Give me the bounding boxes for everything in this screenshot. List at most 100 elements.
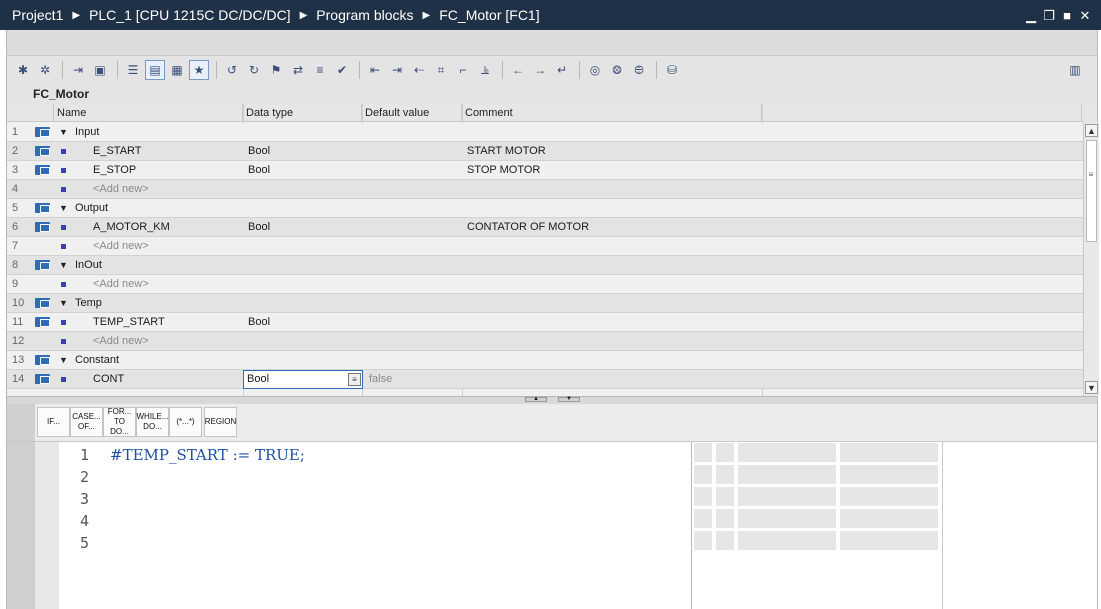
default-value-cell[interactable] <box>365 161 465 180</box>
table-row[interactable]: 6 A_MOTOR_KM Bool CONTATOR OF MOTOR <box>7 218 1083 237</box>
default-value-cell[interactable] <box>365 142 465 161</box>
minimize-icon[interactable]: ▁ <box>1023 7 1039 23</box>
default-value-cell[interactable]: false <box>365 370 465 389</box>
name-cell[interactable]: TEMP_START <box>93 313 263 332</box>
data-type-cell[interactable] <box>246 237 365 256</box>
monitor-on-icon[interactable]: ⨷ <box>607 60 627 80</box>
scroll-up-icon[interactable]: ▲ <box>1085 124 1098 137</box>
breadcrumb-item[interactable]: Program blocks <box>316 7 413 23</box>
breadcrumb-item[interactable]: PLC_1 [CPU 1215C DC/DC/DC] <box>89 7 291 23</box>
data-type-cell[interactable]: Bool <box>246 313 365 332</box>
bookmark-icon[interactable]: ⚑ <box>266 60 286 80</box>
step-icon[interactable]: ↻ <box>244 60 264 80</box>
close-icon[interactable]: ✕ <box>1077 7 1093 23</box>
header-default-value[interactable]: Default value <box>362 104 462 122</box>
expand-toggle-icon[interactable]: ▼ <box>59 294 69 313</box>
data-type-cell[interactable] <box>246 180 365 199</box>
comment-cell[interactable] <box>465 294 765 313</box>
comment-cell[interactable]: CONTATOR OF MOTOR <box>465 218 765 237</box>
name-cell[interactable]: E_START <box>93 142 263 161</box>
table-row[interactable]: 10 ▼ Temp <box>7 294 1083 313</box>
case-button[interactable]: CASE... OF... <box>70 407 103 437</box>
breadcrumb-item[interactable]: Project1 <box>12 7 63 23</box>
comment-cell[interactable] <box>465 237 765 256</box>
default-value-cell[interactable] <box>365 294 465 313</box>
if-button[interactable]: IF... <box>37 407 70 437</box>
table-row[interactable]: 12 <Add new> <box>7 332 1083 351</box>
add-new-cell[interactable]: <Add new> <box>93 275 263 294</box>
default-value-cell[interactable] <box>365 313 465 332</box>
table-row[interactable]: 7 <Add new> <box>7 237 1083 256</box>
data-type-cell[interactable] <box>246 275 365 294</box>
clear-bookmarks-icon[interactable]: ↵ <box>552 60 572 80</box>
table-row[interactable]: 4 <Add new> <box>7 180 1083 199</box>
header-data-type[interactable]: Data type <box>243 104 362 122</box>
data-type-cell[interactable]: Bool <box>246 218 365 237</box>
monitor-off-icon[interactable]: ⨸ <box>629 60 649 80</box>
name-cell[interactable]: E_STOP <box>93 161 263 180</box>
data-type-cell[interactable] <box>246 123 365 142</box>
table-row[interactable]: 8 ▼ InOut <box>7 256 1083 275</box>
header-comment[interactable]: Comment <box>462 104 762 122</box>
comment-cell[interactable] <box>465 370 765 389</box>
default-value-cell[interactable] <box>365 218 465 237</box>
default-value-cell[interactable] <box>365 275 465 294</box>
check-icon[interactable]: ✔ <box>332 60 352 80</box>
add-new-cell[interactable]: <Add new> <box>93 332 263 351</box>
table-row[interactable]: 1 ▼ Input <box>7 123 1083 142</box>
data-type-cell[interactable]: Bool <box>246 142 365 161</box>
name-cell[interactable]: Input <box>75 123 245 142</box>
data-type-cell[interactable] <box>246 351 365 370</box>
default-value-cell[interactable] <box>365 123 465 142</box>
name-cell[interactable]: Temp <box>75 294 245 313</box>
data-type-cell[interactable] <box>246 332 365 351</box>
table-row[interactable]: 13 ▼ Constant <box>7 351 1083 370</box>
comment-cell[interactable]: STOP MOTOR <box>465 161 765 180</box>
data-type-cell[interactable]: Bool <box>246 161 365 180</box>
scroll-down-icon[interactable]: ▼ <box>1085 381 1098 394</box>
database-icon[interactable]: ⛁ <box>662 60 682 80</box>
scl-code-editor[interactable]: 1 #TEMP_START := TRUE; 2 3 4 5 <box>7 442 1097 609</box>
name-cell[interactable]: CONT <box>93 370 263 389</box>
type-picker-icon[interactable]: ≡ <box>348 373 361 386</box>
comment-cell[interactable] <box>465 123 765 142</box>
name-cell[interactable]: A_MOTOR_KM <box>93 218 263 237</box>
expand-toggle-icon[interactable]: ▼ <box>59 123 69 142</box>
comment-icon[interactable]: ⌗ <box>431 60 451 80</box>
table-row[interactable]: 11 TEMP_START Bool <box>7 313 1083 332</box>
scroll-thumb[interactable] <box>1086 140 1097 242</box>
pane-splitter[interactable]: ▲ ▼ <box>7 396 1097 404</box>
comment-cell[interactable] <box>465 180 765 199</box>
table-row[interactable]: 3 E_STOP Bool STOP MOTOR <box>7 161 1083 180</box>
uncomment-icon[interactable]: ⌐ <box>453 60 473 80</box>
indent-less-icon[interactable]: ⇤ <box>365 60 385 80</box>
next-bookmark-icon[interactable]: → <box>530 60 550 80</box>
restore-icon[interactable]: ❐ <box>1041 7 1057 23</box>
while-button[interactable]: WHILE... DO... <box>136 407 169 437</box>
comment-cell[interactable] <box>465 351 765 370</box>
interface-view-icon[interactable]: ▤ <box>145 60 165 80</box>
collapse-up-icon[interactable]: ▲ <box>525 396 547 402</box>
watch-icon[interactable]: ◎ <box>585 60 605 80</box>
insert-row-icon[interactable]: ✱ <box>13 60 33 80</box>
collapse-down-icon[interactable]: ▼ <box>558 396 580 402</box>
comment-cell[interactable] <box>465 199 765 218</box>
data-type-cell[interactable] <box>246 256 365 275</box>
outdent-icon[interactable]: ⇠ <box>409 60 429 80</box>
name-cell[interactable]: Constant <box>75 351 245 370</box>
for-button[interactable]: FOR... TO DO... <box>103 407 136 437</box>
add-new-cell[interactable]: <Add new> <box>93 180 263 199</box>
table-row[interactable]: 2 E_START Bool START MOTOR <box>7 142 1083 161</box>
code-line[interactable]: #TEMP_START := TRUE; <box>110 446 305 464</box>
table-scrollbar[interactable]: ▲ ≡ ▼ <box>1083 122 1099 396</box>
format-icon[interactable]: ⫡ <box>475 60 495 80</box>
comment-button[interactable]: (*...*) <box>169 407 202 437</box>
list-icon[interactable]: ☰ <box>123 60 143 80</box>
layout-toggle-icon[interactable]: ▥ <box>1065 60 1085 80</box>
comment-cell[interactable] <box>465 256 765 275</box>
default-value-cell[interactable] <box>365 351 465 370</box>
expand-toggle-icon[interactable]: ▼ <box>59 199 69 218</box>
monitor-icon[interactable]: ▣ <box>90 60 110 80</box>
comment-cell[interactable] <box>465 275 765 294</box>
maximize-icon[interactable]: ■ <box>1059 7 1075 23</box>
